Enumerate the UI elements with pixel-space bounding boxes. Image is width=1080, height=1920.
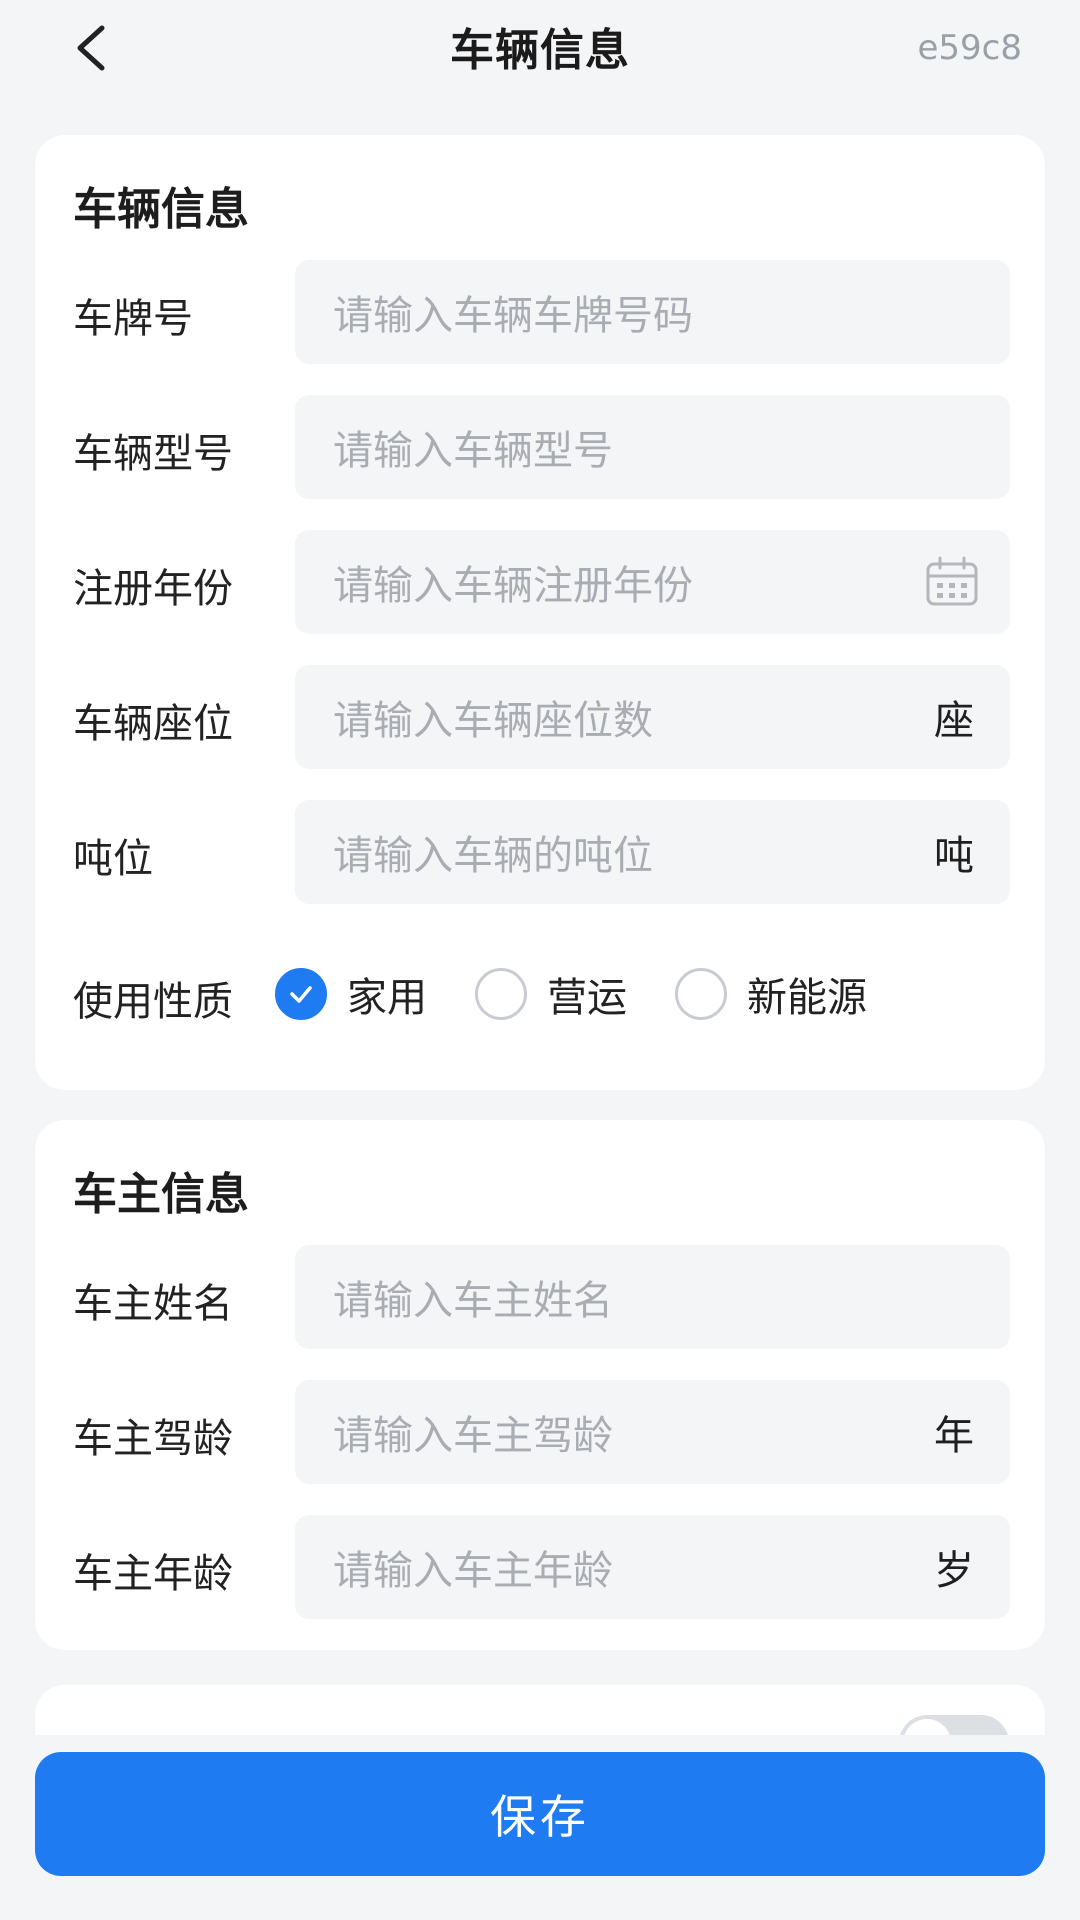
usage-label: 使用性质 bbox=[73, 979, 233, 1025]
owner-age-input[interactable]: 请输入车主年龄 岁 bbox=[295, 1515, 1010, 1619]
vehicle-info-screen: 车辆信息 e59c8 车辆信息 车牌号 请输入车辆车牌号码 车辆型号 请输入车辆… bbox=[0, 0, 1080, 1920]
owner-info-card: 车主信息 车主姓名 请输入车主姓名 车主驾龄 请输入车主驾龄 年 车主年龄 请输… bbox=[35, 1120, 1045, 1650]
tonnage-placeholder: 请输入车辆的吨位 bbox=[333, 833, 653, 879]
owner-name-row: 车主姓名 请输入车主姓名 bbox=[35, 1245, 1045, 1349]
owner-name-placeholder: 请输入车主姓名 bbox=[333, 1278, 613, 1324]
seats-label: 车辆座位 bbox=[73, 701, 233, 747]
usage-radio-commercial[interactable]: 营运 bbox=[475, 965, 627, 1023]
owner-section-title: 车主信息 bbox=[73, 1169, 249, 1220]
plate-row: 车牌号 请输入车辆车牌号码 bbox=[35, 260, 1045, 364]
plate-label: 车牌号 bbox=[73, 296, 193, 342]
reg-year-input[interactable]: 请输入车辆注册年份 bbox=[295, 530, 1010, 634]
owner-age-row: 车主年龄 请输入车主年龄 岁 bbox=[35, 1515, 1045, 1619]
usage-option-new-energy: 新能源 bbox=[747, 975, 867, 1021]
owner-age-label: 车主年龄 bbox=[73, 1551, 233, 1597]
save-button[interactable]: 保存 bbox=[35, 1752, 1045, 1876]
radio-checked-circle bbox=[275, 968, 327, 1020]
owner-name-input[interactable]: 请输入车主姓名 bbox=[295, 1245, 1010, 1349]
owner-name-label: 车主姓名 bbox=[73, 1281, 233, 1327]
tonnage-row: 吨位 请输入车辆的吨位 吨 bbox=[35, 800, 1045, 904]
tonnage-unit: 吨 bbox=[934, 833, 974, 879]
model-placeholder: 请输入车辆型号 bbox=[333, 428, 613, 474]
driving-age-label: 车主驾龄 bbox=[73, 1416, 233, 1462]
check-icon bbox=[290, 986, 312, 1003]
calendar-icon[interactable] bbox=[924, 554, 980, 610]
corner-id-label: e59c8 bbox=[917, 28, 1022, 68]
usage-option-family: 家用 bbox=[347, 975, 427, 1021]
driving-age-input[interactable]: 请输入车主驾龄 年 bbox=[295, 1380, 1010, 1484]
plate-placeholder: 请输入车辆车牌号码 bbox=[333, 293, 693, 339]
usage-row: 使用性质 家用 营运 新能源 bbox=[35, 953, 1045, 1043]
owner-age-unit: 岁 bbox=[934, 1548, 974, 1594]
driving-age-row: 车主驾龄 请输入车主驾龄 年 bbox=[35, 1380, 1045, 1484]
model-row: 车辆型号 请输入车辆型号 bbox=[35, 395, 1045, 499]
seats-input[interactable]: 请输入车辆座位数 座 bbox=[295, 665, 1010, 769]
driving-age-placeholder: 请输入车主驾龄 bbox=[333, 1413, 613, 1459]
vehicle-section-title: 车辆信息 bbox=[73, 184, 249, 235]
tonnage-input[interactable]: 请输入车辆的吨位 吨 bbox=[295, 800, 1010, 904]
reg-year-placeholder: 请输入车辆注册年份 bbox=[333, 563, 693, 609]
radio-circle bbox=[675, 968, 727, 1020]
owner-age-placeholder: 请输入车主年龄 bbox=[333, 1548, 613, 1594]
model-input[interactable]: 请输入车辆型号 bbox=[295, 395, 1010, 499]
tonnage-label: 吨位 bbox=[73, 836, 153, 882]
usage-radio-family[interactable]: 家用 bbox=[275, 965, 427, 1023]
driving-age-unit: 年 bbox=[934, 1413, 974, 1459]
plate-input[interactable]: 请输入车辆车牌号码 bbox=[295, 260, 1010, 364]
usage-radio-new-energy[interactable]: 新能源 bbox=[675, 965, 867, 1023]
header: 车辆信息 e59c8 bbox=[0, 0, 1080, 100]
usage-option-commercial: 营运 bbox=[547, 975, 627, 1021]
seats-unit: 座 bbox=[934, 698, 974, 744]
seats-row: 车辆座位 请输入车辆座位数 座 bbox=[35, 665, 1045, 769]
radio-circle bbox=[475, 968, 527, 1020]
vehicle-info-card: 车辆信息 车牌号 请输入车辆车牌号码 车辆型号 请输入车辆型号 注册年份 请输入… bbox=[35, 135, 1045, 1090]
seats-placeholder: 请输入车辆座位数 bbox=[333, 698, 653, 744]
model-label: 车辆型号 bbox=[73, 431, 233, 477]
reg-year-label: 注册年份 bbox=[73, 566, 233, 612]
reg-year-row: 注册年份 请输入车辆注册年份 bbox=[35, 530, 1045, 634]
